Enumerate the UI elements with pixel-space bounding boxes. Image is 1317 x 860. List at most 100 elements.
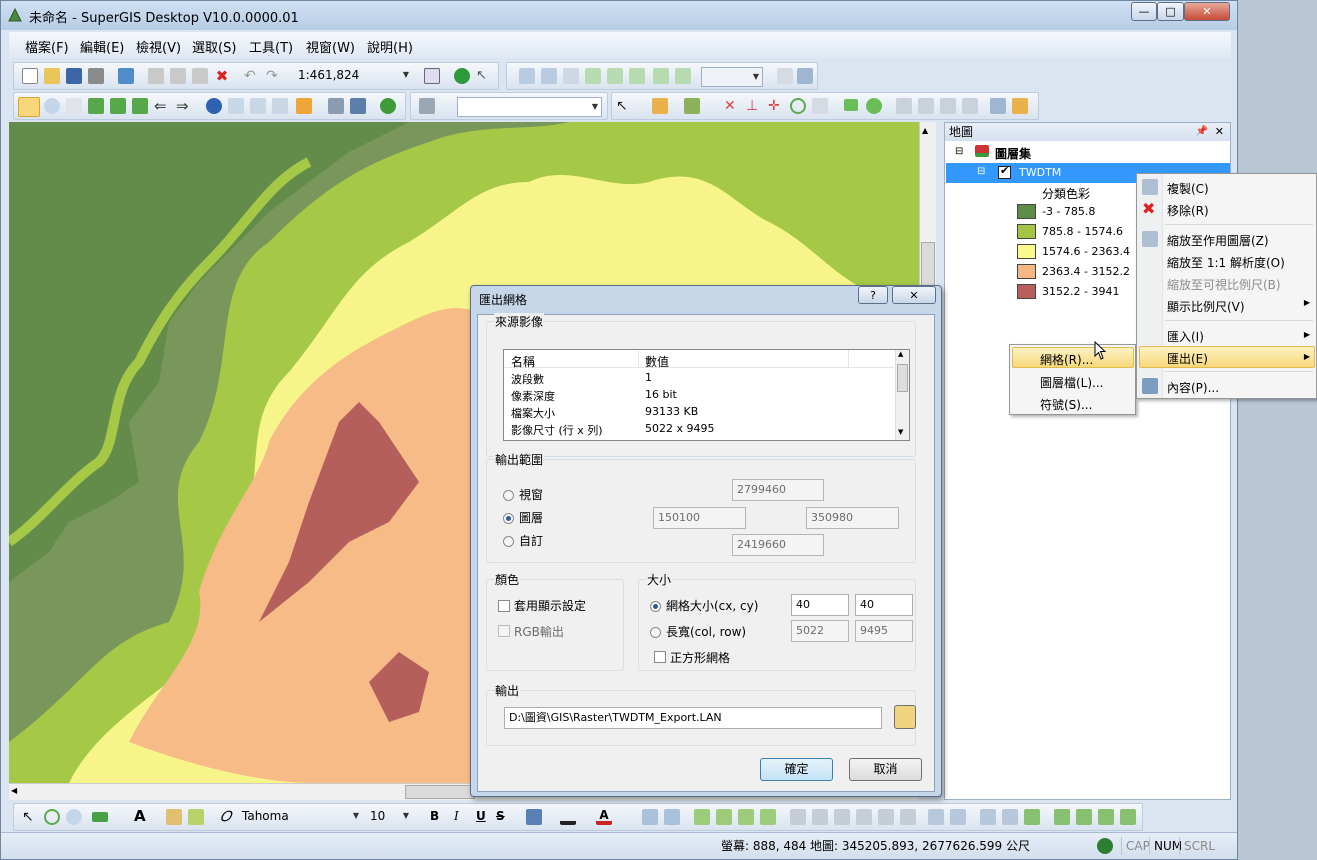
rgb-output-checkbox[interactable] xyxy=(498,625,510,637)
brush-icon[interactable] xyxy=(166,809,182,825)
align-bottom-icon[interactable] xyxy=(900,809,916,825)
extent-bottom-field[interactable]: 2419660 xyxy=(732,534,824,556)
link-icon[interactable] xyxy=(328,98,344,114)
line-color-icon[interactable] xyxy=(560,809,576,825)
extent-top-field[interactable]: 2799460 xyxy=(732,479,824,501)
pencil-icon[interactable] xyxy=(1012,98,1028,114)
legend-swatch[interactable] xyxy=(1017,204,1036,219)
collapse-icon[interactable]: ⊟ xyxy=(955,146,963,157)
nav-combo[interactable]: ▼ xyxy=(701,67,763,87)
group-icon[interactable] xyxy=(642,809,658,825)
table-row[interactable]: 影像尺寸 (行 x 列) 5022 x 9495 xyxy=(504,421,894,438)
send-back-icon[interactable] xyxy=(716,809,732,825)
back-icon[interactable]: ⇐ xyxy=(154,98,170,114)
align-right-icon[interactable] xyxy=(834,809,850,825)
bold-button[interactable]: B xyxy=(430,809,439,823)
ungroup-icon[interactable] xyxy=(664,809,680,825)
cut-icon[interactable] xyxy=(148,68,164,84)
sketch-icon[interactable] xyxy=(652,98,668,114)
layer-name[interactable]: TWDTM xyxy=(1019,166,1061,179)
previous-extent-icon[interactable] xyxy=(653,68,669,84)
distribute-v-icon[interactable] xyxy=(950,809,966,825)
zoom-page-icon[interactable] xyxy=(66,809,82,825)
menu-window[interactable]: 視窗(W) xyxy=(306,37,355,56)
minimize-button[interactable]: — xyxy=(1131,2,1157,21)
perpendicular-icon[interactable]: ⊥ xyxy=(746,98,762,114)
menu-item-remove[interactable]: 移除(R) xyxy=(1167,202,1209,219)
flip-v-icon[interactable] xyxy=(1120,809,1136,825)
same-size-icon[interactable] xyxy=(1024,809,1040,825)
edit-pointer-icon[interactable]: ↖ xyxy=(616,98,632,114)
cell-size-radio[interactable] xyxy=(650,601,661,612)
layer-extent-icon[interactable] xyxy=(607,68,623,84)
scale-combo[interactable]: 1:461,824 ▼ xyxy=(294,66,412,86)
scroll-left-icon[interactable]: ◀ xyxy=(11,786,17,795)
fill-color-icon[interactable] xyxy=(526,809,542,825)
extent-view-radio[interactable] xyxy=(503,490,514,501)
paste-icon[interactable] xyxy=(192,68,208,84)
zoom-in-fixed-icon[interactable] xyxy=(519,68,535,84)
align-top-icon[interactable] xyxy=(856,809,872,825)
legend-swatch[interactable] xyxy=(1017,224,1036,239)
zoom-layer-icon[interactable] xyxy=(110,98,126,114)
submenu-layer-file[interactable]: 圖層檔(L)... xyxy=(1040,374,1104,391)
column-value[interactable]: 數值 xyxy=(645,353,669,370)
rectangle-icon[interactable] xyxy=(92,812,108,822)
rotate-icon[interactable] xyxy=(790,98,806,114)
layer-set-label[interactable]: 圖層集 xyxy=(995,145,1031,162)
send-backward-icon[interactable] xyxy=(760,809,776,825)
font-color-icon[interactable]: A xyxy=(596,809,612,825)
add-data-icon[interactable] xyxy=(118,68,134,84)
menu-item-zoom-layer[interactable]: 縮放至作用圖層(Z) xyxy=(1167,232,1269,249)
menu-select[interactable]: 選取(S) xyxy=(192,37,236,56)
html-popup-icon[interactable] xyxy=(272,98,288,114)
save-icon[interactable] xyxy=(66,68,82,84)
intersect-icon[interactable] xyxy=(962,98,978,114)
distribute-h-icon[interactable] xyxy=(928,809,944,825)
python-icon[interactable] xyxy=(424,68,440,84)
new-icon[interactable] xyxy=(22,68,38,84)
menu-file[interactable]: 檔案(F) xyxy=(25,37,69,56)
identify-icon[interactable] xyxy=(206,98,222,114)
collapse-icon[interactable]: ⊟ xyxy=(977,166,985,177)
align-center-icon[interactable] xyxy=(812,809,828,825)
cell-size-x-field[interactable]: 40 xyxy=(791,594,849,616)
table-row[interactable]: 像素深度 16 bit xyxy=(504,387,894,404)
underline-button[interactable]: U xyxy=(476,809,486,823)
browse-folder-icon[interactable] xyxy=(894,705,916,729)
align-left-icon[interactable] xyxy=(790,809,806,825)
split-icon[interactable]: ✕ xyxy=(724,98,740,114)
submenu-symbol[interactable]: 符號(S)... xyxy=(1040,396,1092,413)
cancel-button[interactable]: 取消 xyxy=(849,758,922,781)
text-icon[interactable]: A xyxy=(134,808,150,824)
menu-view[interactable]: 檢視(V) xyxy=(136,37,181,56)
flip-h-icon[interactable] xyxy=(1098,809,1114,825)
column-name[interactable]: 名稱 xyxy=(511,353,535,370)
cell-size-y-field[interactable]: 40 xyxy=(855,594,913,616)
menu-item-copy[interactable]: 複製(C) xyxy=(1167,180,1209,197)
extent-left-field[interactable]: 150100 xyxy=(653,507,746,529)
menu-item-properties[interactable]: 內容(P)... xyxy=(1167,379,1219,396)
rect-icon[interactable] xyxy=(844,99,858,111)
menu-tools[interactable]: 工具(T) xyxy=(249,37,293,56)
font-name-combo[interactable]: Tahoma ▼ xyxy=(238,807,362,827)
same-height-icon[interactable] xyxy=(1002,809,1018,825)
pin-icon[interactable]: 📌 xyxy=(1196,123,1208,141)
refresh-icon[interactable] xyxy=(380,98,396,114)
full-extent-icon[interactable] xyxy=(88,98,104,114)
table-row[interactable]: 波段數 1 xyxy=(504,370,894,387)
scale-icon[interactable] xyxy=(812,98,828,114)
align-middle-icon[interactable] xyxy=(878,809,894,825)
close-button[interactable]: ✕ xyxy=(1184,2,1230,21)
horizontal-scroll-thumb[interactable] xyxy=(405,785,475,799)
layout-icon[interactable] xyxy=(777,68,793,84)
mirror-icon[interactable] xyxy=(896,98,912,114)
square-cell-checkbox[interactable] xyxy=(654,651,666,663)
pan-icon[interactable] xyxy=(66,98,82,114)
legend-swatch[interactable] xyxy=(1017,284,1036,299)
rotate-element-icon[interactable] xyxy=(44,809,60,825)
pan-fixed-icon[interactable] xyxy=(563,68,579,84)
use-display-checkbox[interactable] xyxy=(498,600,510,612)
table-scrollbar[interactable]: ▲ ▼ xyxy=(895,350,909,440)
open-icon[interactable] xyxy=(44,68,60,84)
